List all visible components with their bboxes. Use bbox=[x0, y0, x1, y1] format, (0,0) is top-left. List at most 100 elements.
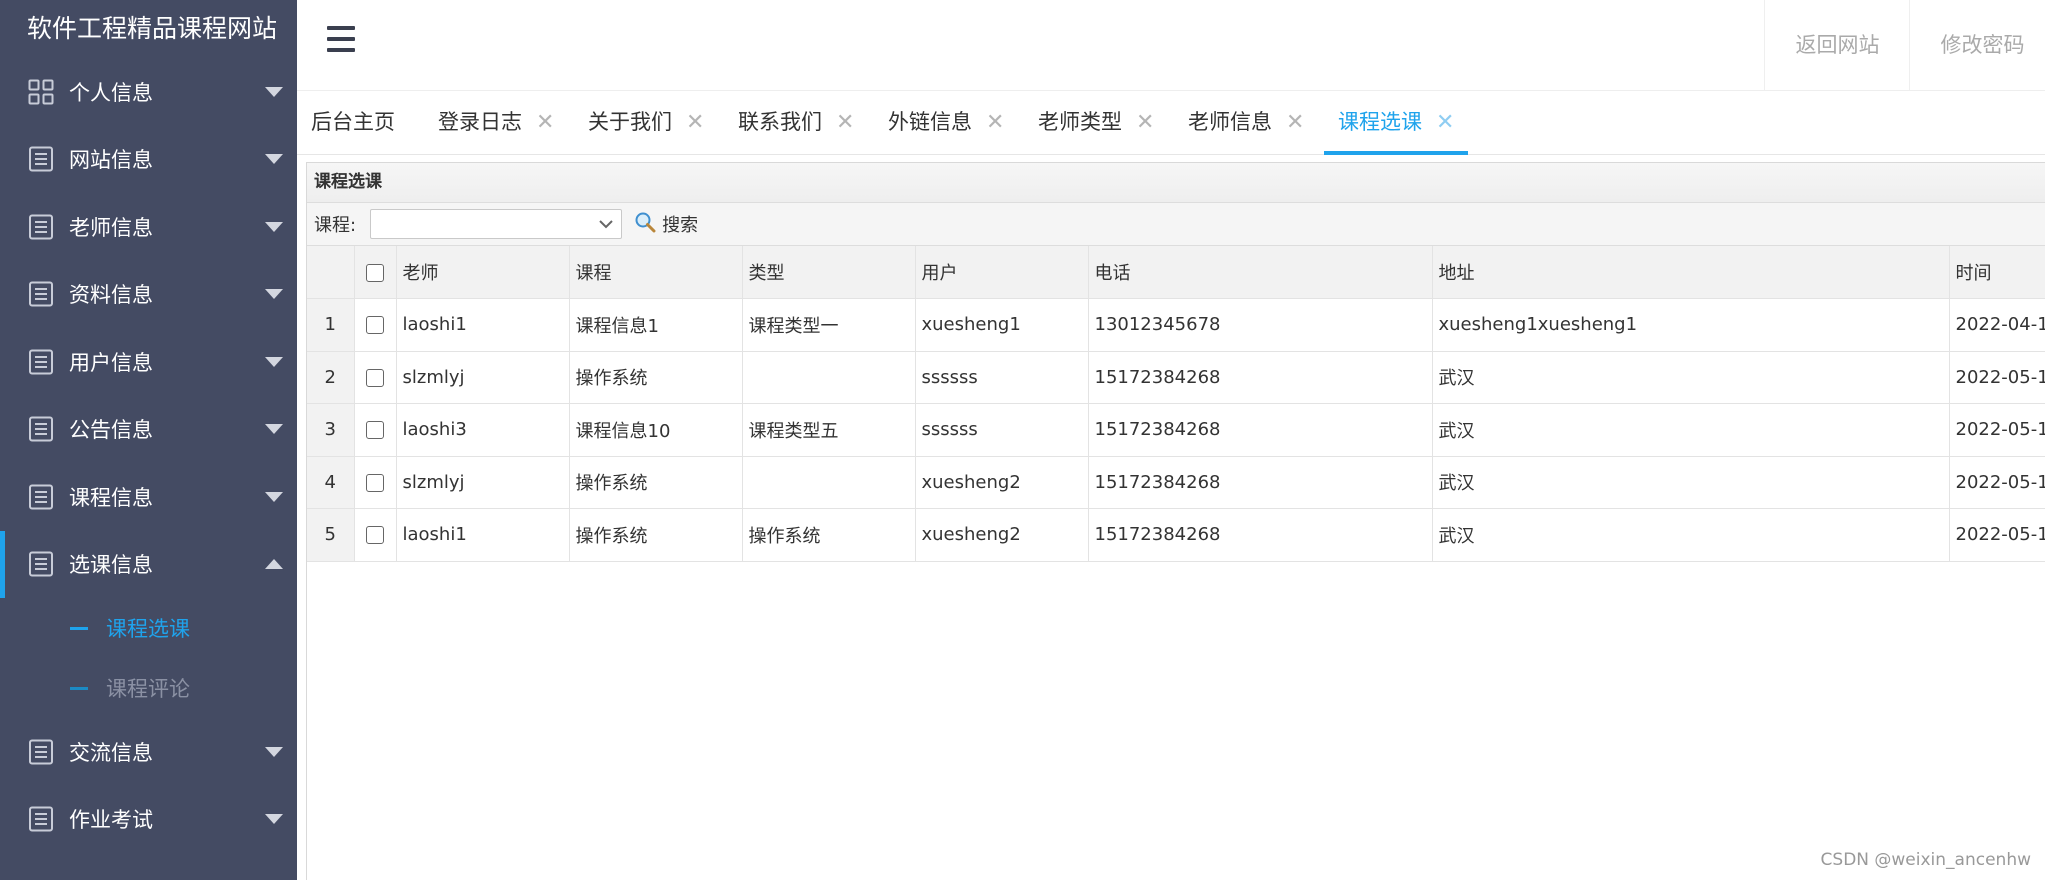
tab-label: 登录日志 bbox=[438, 110, 522, 134]
cell-time: 2022-05-15 bbox=[1949, 351, 2045, 404]
tab-label: 老师类型 bbox=[1038, 110, 1122, 134]
sidebar-item-user-info[interactable]: 用户信息 bbox=[0, 328, 297, 396]
close-icon[interactable]: ✕ bbox=[836, 110, 854, 135]
column-header-phone[interactable]: 电话 bbox=[1088, 246, 1433, 299]
sidebar-item-teacher-info[interactable]: 老师信息 bbox=[0, 193, 297, 261]
submenu-item-label: 课程选课 bbox=[106, 617, 190, 641]
row-select-cell bbox=[354, 403, 397, 457]
change-password-link[interactable]: 修改密码 bbox=[1909, 0, 2045, 90]
close-icon[interactable]: ✕ bbox=[1286, 110, 1304, 135]
table-row[interactable]: 3 laoshi3 课程信息10 课程类型五 ssssss 1517238426… bbox=[307, 403, 2045, 457]
row-checkbox[interactable] bbox=[366, 526, 384, 545]
list-icon bbox=[27, 805, 55, 833]
tab-bar: 后台主页 登录日志 ✕ 关于我们 ✕ 联系我们 ✕ 外链信息 ✕ 老师类型 ✕ 老师信息 ✕… bbox=[297, 91, 2045, 155]
cell-type bbox=[742, 351, 916, 404]
cell-phone: 15172384268 bbox=[1088, 351, 1433, 404]
sidebar-item-material-info[interactable]: 资料信息 bbox=[0, 261, 297, 329]
cell-teacher: laoshi1 bbox=[396, 508, 570, 562]
close-icon[interactable]: ✕ bbox=[1136, 110, 1154, 135]
list-icon bbox=[27, 415, 55, 443]
tab-home[interactable]: 后台主页 bbox=[297, 91, 409, 154]
close-icon[interactable]: ✕ bbox=[986, 110, 1004, 135]
column-header-address[interactable]: 地址 bbox=[1432, 246, 1950, 299]
row-select-cell bbox=[354, 508, 397, 562]
row-select-cell bbox=[354, 351, 397, 404]
cell-address: 武汉 bbox=[1432, 351, 1950, 404]
tab-course-enrollment[interactable]: 课程选课 ✕ bbox=[1324, 91, 1469, 155]
column-header-type[interactable]: 类型 bbox=[742, 246, 916, 299]
cell-time: 2022-05-18 bbox=[1949, 508, 2045, 562]
site-title: 软件工程精品课程网站 bbox=[27, 14, 278, 43]
sidebar-item-enrollment-info[interactable]: 选课信息 bbox=[0, 530, 297, 599]
row-number: 2 bbox=[307, 351, 355, 404]
tab-teacher-type[interactable]: 老师类型 ✕ bbox=[1024, 91, 1168, 154]
row-checkbox[interactable] bbox=[366, 473, 384, 492]
cell-address: 武汉 bbox=[1432, 403, 1950, 457]
menu-toggle-icon[interactable] bbox=[327, 26, 355, 54]
close-icon[interactable]: ✕ bbox=[686, 110, 704, 135]
column-header-course[interactable]: 课程 bbox=[569, 246, 743, 299]
table-row[interactable]: 4 slzmlyj 操作系统 xuesheng2 15172384268 武汉 … bbox=[307, 456, 2045, 509]
tab-label: 关于我们 bbox=[588, 110, 672, 134]
table-row[interactable]: 1 laoshi1 课程信息1 课程类型一 xuesheng1 13012345… bbox=[307, 298, 2045, 352]
chevron-down-icon bbox=[265, 814, 283, 825]
row-checkbox[interactable] bbox=[366, 316, 384, 335]
list-icon bbox=[27, 213, 55, 241]
sidebar-item-personal-info[interactable]: 个人信息 bbox=[0, 58, 297, 126]
chevron-down-icon bbox=[265, 746, 283, 757]
cell-course: 操作系统 bbox=[569, 456, 743, 509]
list-icon bbox=[27, 348, 55, 376]
tab-teacher-info[interactable]: 老师信息 ✕ bbox=[1174, 91, 1318, 154]
submenu-item-course-enrollment[interactable]: 课程选课 bbox=[0, 598, 297, 658]
cell-course: 操作系统 bbox=[569, 508, 743, 562]
chevron-down-icon bbox=[265, 424, 283, 435]
tab-label: 老师信息 bbox=[1188, 110, 1272, 134]
cell-teacher: slzmlyj bbox=[396, 351, 570, 404]
select-all-checkbox[interactable] bbox=[366, 263, 384, 282]
list-icon bbox=[27, 550, 55, 578]
row-checkbox[interactable] bbox=[366, 368, 384, 387]
course-filter-label: 课程: bbox=[314, 215, 357, 236]
sidebar-item-label: 公告信息 bbox=[69, 418, 153, 443]
sidebar-item-homework-exam[interactable]: 作业考试 bbox=[0, 786, 297, 854]
sidebar-item-site-info[interactable]: 网站信息 bbox=[0, 126, 297, 194]
sidebar-item-label: 选课信息 bbox=[69, 553, 153, 578]
cell-type: 操作系统 bbox=[742, 508, 916, 562]
search-icon bbox=[634, 211, 656, 238]
sidebar-item-notice-info[interactable]: 公告信息 bbox=[0, 396, 297, 464]
cell-type bbox=[742, 456, 916, 509]
cell-teacher: laoshi1 bbox=[396, 298, 570, 352]
list-icon bbox=[27, 738, 55, 766]
tab-about-us[interactable]: 关于我们 ✕ bbox=[574, 91, 718, 154]
table-row[interactable]: 2 slzmlyj 操作系统 ssssss 15172384268 武汉 202… bbox=[307, 351, 2045, 404]
close-icon[interactable]: ✕ bbox=[1436, 110, 1454, 135]
sidebar-item-exchange-info[interactable]: 交流信息 bbox=[0, 718, 297, 786]
course-select[interactable] bbox=[370, 209, 623, 239]
sidebar-item-course-info[interactable]: 课程信息 bbox=[0, 463, 297, 531]
panel-title: 课程选课 bbox=[307, 163, 2045, 203]
cell-course: 课程信息10 bbox=[569, 403, 743, 457]
close-icon[interactable]: ✕ bbox=[536, 110, 554, 135]
column-header-user[interactable]: 用户 bbox=[915, 246, 1089, 299]
chevron-down-icon[interactable] bbox=[595, 210, 617, 238]
tab-contact-us[interactable]: 联系我们 ✕ bbox=[724, 91, 868, 154]
row-number: 3 bbox=[307, 403, 355, 457]
sidebar-item-label: 用户信息 bbox=[69, 350, 153, 375]
submenu-item-course-comment[interactable]: 课程评论 bbox=[0, 658, 297, 718]
row-select-cell bbox=[354, 456, 397, 509]
column-header-time[interactable]: 时间 bbox=[1949, 246, 2045, 299]
tab-external-links[interactable]: 外链信息 ✕ bbox=[874, 91, 1018, 154]
table-row[interactable]: 5 laoshi1 操作系统 操作系统 xuesheng2 1517238426… bbox=[307, 508, 2045, 562]
grid-icon bbox=[27, 78, 55, 106]
tab-login-log[interactable]: 登录日志 ✕ bbox=[424, 91, 568, 154]
cell-phone: 13012345678 bbox=[1088, 298, 1433, 352]
cell-teacher: slzmlyj bbox=[396, 456, 570, 509]
list-icon bbox=[27, 145, 55, 173]
column-header-teacher[interactable]: 老师 bbox=[396, 246, 570, 299]
chevron-down-icon bbox=[265, 221, 283, 232]
row-checkbox[interactable] bbox=[366, 421, 384, 440]
search-button[interactable]: 搜索 bbox=[634, 211, 698, 238]
row-number: 5 bbox=[307, 508, 355, 562]
row-number: 4 bbox=[307, 456, 355, 509]
back-to-site-link[interactable]: 返回网站 bbox=[1764, 0, 1910, 90]
